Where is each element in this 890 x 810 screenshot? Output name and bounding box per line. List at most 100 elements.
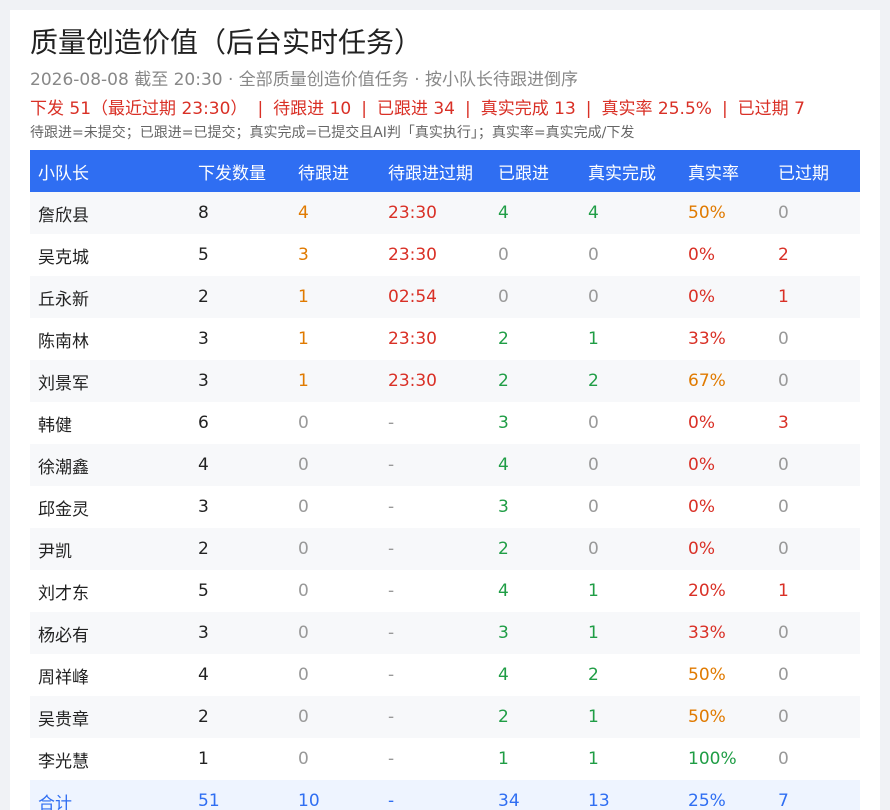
summary-bar: 下发 51（最近过期 23:30） | 待跟进 10 | 已跟进 34 | 真实完成 13 |… bbox=[30, 97, 805, 121]
leader-table: 小队长 下发数量 待跟进 待跟进过期 已跟进 真实完成 真实率 已过期 詹欣县 8 4 23:30 4… bbox=[30, 150, 860, 810]
cell-real-done: 1 bbox=[580, 696, 680, 738]
summary-real-done: 真实完成 13 bbox=[480, 99, 576, 119]
cell-leader: 吴克城 bbox=[30, 234, 190, 276]
cell-pending: 1 bbox=[290, 276, 380, 318]
report-card: 质量创造价值（后台实时任务） 2026-08-08 截至 20:30 · 全部质… bbox=[10, 10, 880, 810]
total-cell-real-rate: 25% bbox=[680, 780, 770, 810]
cell-pending-deadline: - bbox=[380, 486, 490, 528]
cell-real-rate: 50% bbox=[680, 696, 770, 738]
cell-pending: 0 bbox=[290, 738, 380, 780]
column-header-real-done: 真实完成 bbox=[580, 150, 680, 192]
cell-leader: 詹欣县 bbox=[30, 192, 190, 234]
cell-pending: 0 bbox=[290, 570, 380, 612]
page-title: 质量创造价值（后台实时任务） bbox=[30, 26, 423, 59]
cell-issued: 6 bbox=[190, 402, 290, 444]
summary-followed: 已跟进 34 bbox=[376, 99, 455, 119]
total-cell-leader: 合计 bbox=[30, 780, 190, 810]
summary-separator: | bbox=[585, 99, 592, 119]
cell-issued: 5 bbox=[190, 234, 290, 276]
cell-real-done: 2 bbox=[580, 360, 680, 402]
cell-expired: 1 bbox=[770, 276, 860, 318]
cell-leader: 丘永新 bbox=[30, 276, 190, 318]
table-header: 小队长 下发数量 待跟进 待跟进过期 已跟进 真实完成 真实率 已过期 bbox=[30, 150, 860, 192]
cell-pending: 0 bbox=[290, 612, 380, 654]
summary-separator: | bbox=[465, 99, 471, 119]
cell-pending-deadline: 23:30 bbox=[380, 318, 490, 360]
cell-expired: 1 bbox=[770, 570, 860, 612]
cell-expired: 3 bbox=[770, 402, 860, 444]
cell-real-done: 0 bbox=[580, 486, 680, 528]
cell-followed: 0 bbox=[490, 234, 580, 276]
table-row: 刘景军 3 1 23:30 2 2 67% 0 bbox=[30, 360, 860, 402]
cell-followed: 2 bbox=[490, 360, 580, 402]
cell-followed: 2 bbox=[490, 318, 580, 360]
cell-pending-deadline: - bbox=[380, 696, 490, 738]
cell-real-done: 0 bbox=[580, 402, 680, 444]
cell-followed: 3 bbox=[490, 486, 580, 528]
cell-expired: 0 bbox=[770, 318, 860, 360]
summary-pending: 待跟进 10 bbox=[273, 99, 352, 119]
cell-issued: 4 bbox=[190, 444, 290, 486]
cell-pending-deadline: - bbox=[380, 612, 490, 654]
cell-real-rate: 0% bbox=[680, 444, 770, 486]
table-footer-total: 合计 51 10-34 13 25% 7 bbox=[30, 780, 860, 810]
summary-expired: 已过期 7 bbox=[737, 99, 805, 119]
cell-leader: 李光慧 bbox=[30, 738, 190, 780]
summary-separator: | bbox=[257, 99, 264, 119]
cell-expired: 0 bbox=[770, 444, 860, 486]
cell-issued: 4 bbox=[190, 654, 290, 696]
cell-pending-deadline: - bbox=[380, 738, 490, 780]
summary-issued: 下发 51（最近过期 23:30） bbox=[30, 99, 248, 119]
cell-issued: 2 bbox=[190, 528, 290, 570]
cell-pending-deadline: - bbox=[380, 402, 490, 444]
cell-leader: 徐潮鑫 bbox=[30, 444, 190, 486]
cell-followed: 4 bbox=[490, 654, 580, 696]
total-cell-expired: 7 bbox=[770, 780, 860, 810]
cell-pending: 0 bbox=[290, 402, 380, 444]
summary-separator: | bbox=[361, 99, 367, 119]
cell-issued: 3 bbox=[190, 486, 290, 528]
cell-real-done: 0 bbox=[580, 276, 680, 318]
column-header-followed: 已跟进 bbox=[490, 150, 580, 192]
cell-leader: 陈南林 bbox=[30, 318, 190, 360]
table-row: 丘永新 2 1 02:54 0 0 0% 1 bbox=[30, 276, 860, 318]
cell-leader: 杨必有 bbox=[30, 612, 190, 654]
cell-pending: 1 bbox=[290, 318, 380, 360]
cell-real-rate: 33% bbox=[680, 612, 770, 654]
table-row: 徐潮鑫 4 0-4 0 0% 0 bbox=[30, 444, 860, 486]
cell-followed: 2 bbox=[490, 696, 580, 738]
cell-issued: 2 bbox=[190, 696, 290, 738]
cell-leader: 刘才东 bbox=[30, 570, 190, 612]
cell-leader: 吴贵章 bbox=[30, 696, 190, 738]
cell-issued: 8 bbox=[190, 192, 290, 234]
cell-issued: 3 bbox=[190, 318, 290, 360]
cell-real-rate: 0% bbox=[680, 276, 770, 318]
cell-pending: 3 bbox=[290, 234, 380, 276]
cell-expired: 0 bbox=[770, 654, 860, 696]
cell-expired: 0 bbox=[770, 192, 860, 234]
cell-pending-deadline: 23:30 bbox=[380, 192, 490, 234]
cell-expired: 0 bbox=[770, 738, 860, 780]
total-cell-pending-deadline: - bbox=[380, 780, 490, 810]
cell-followed: 0 bbox=[490, 276, 580, 318]
cell-leader: 周祥峰 bbox=[30, 654, 190, 696]
cell-real-done: 2 bbox=[580, 654, 680, 696]
cell-real-done: 1 bbox=[580, 612, 680, 654]
cell-leader: 邱金灵 bbox=[30, 486, 190, 528]
cell-real-done: 0 bbox=[580, 444, 680, 486]
column-header-real-rate: 真实率 bbox=[680, 150, 770, 192]
cell-issued: 3 bbox=[190, 360, 290, 402]
table-row: 刘才东 5 0-4 1 20% 1 bbox=[30, 570, 860, 612]
column-header-leader: 小队长 bbox=[30, 150, 190, 192]
cell-real-done: 1 bbox=[580, 318, 680, 360]
column-header-pending-deadline: 待跟进过期 bbox=[380, 150, 490, 192]
column-header-issued: 下发数量 bbox=[190, 150, 290, 192]
table-row: 周祥峰 4 0-4 2 50% 0 bbox=[30, 654, 860, 696]
cell-issued: 3 bbox=[190, 612, 290, 654]
cell-expired: 0 bbox=[770, 486, 860, 528]
column-header-expired: 已过期 bbox=[770, 150, 860, 192]
cell-followed: 3 bbox=[490, 612, 580, 654]
total-cell-pending: 10 bbox=[290, 780, 380, 810]
table-body: 詹欣县 8 4 23:30 4 4 50% 0 吴克城 5 3 23:30 0 0 0% 2 丘永新 2 1 02:5… bbox=[30, 192, 860, 780]
total-cell-issued: 51 bbox=[190, 780, 290, 810]
